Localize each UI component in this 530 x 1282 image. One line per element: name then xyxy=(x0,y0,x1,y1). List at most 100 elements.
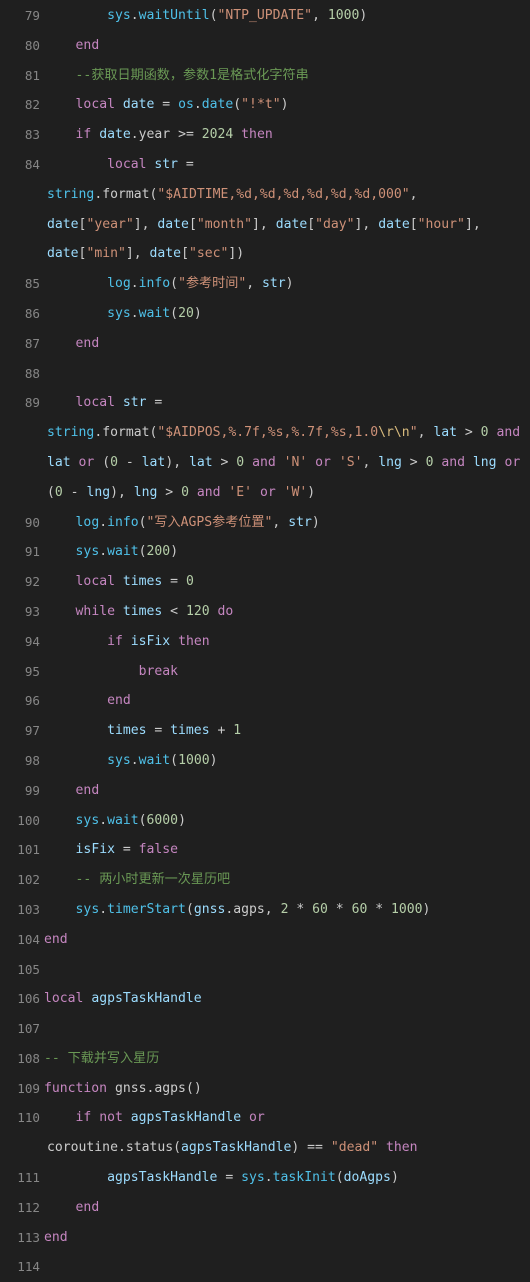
code-line[interactable]: 91 sys.wait(200) xyxy=(0,537,530,567)
code-text[interactable]: date["min"], date["sec"]) xyxy=(47,239,244,269)
code-line[interactable]: 87 end xyxy=(0,329,530,359)
code-text[interactable]: agpsTaskHandle = sys.taskInit(doAgps) xyxy=(44,1163,399,1193)
token-pn xyxy=(44,664,139,679)
code-line[interactable]: 107 xyxy=(0,1014,530,1044)
code-text[interactable]: local str = xyxy=(44,150,194,180)
token-pn: . xyxy=(99,514,108,530)
token-pn: ], xyxy=(125,246,150,262)
code-line[interactable]: 89 local str = xyxy=(0,388,530,418)
code-wrapped-line[interactable]: date["year"], date["month"], date["day"]… xyxy=(0,210,530,240)
code-text[interactable]: -- 下载并写入星历 xyxy=(44,1044,159,1074)
token-pn: . xyxy=(130,752,139,768)
code-line[interactable]: 113 end xyxy=(0,1223,530,1253)
code-text[interactable]: sys.wait(6000) xyxy=(44,806,186,836)
token-pn xyxy=(307,455,315,470)
token-pn: ), xyxy=(110,484,134,500)
code-text[interactable]: local date = os.date("!*t") xyxy=(44,90,289,120)
code-text[interactable]: break xyxy=(44,657,178,687)
code-wrapped-line[interactable]: string.format("$AIDPOS,%.7f,%s,%.7f,%s,1… xyxy=(0,418,530,448)
code-line[interactable]: 94 if isFix then xyxy=(0,627,530,657)
code-text[interactable]: end xyxy=(44,776,100,806)
code-text[interactable]: coroutine.status(agpsTaskHandle) == "dea… xyxy=(47,1133,418,1163)
code-line[interactable]: 86 sys.wait(20) xyxy=(0,299,530,329)
code-text[interactable]: end xyxy=(44,925,68,955)
code-text[interactable]: sys.waitUntil("NTP_UPDATE", 1000) xyxy=(44,1,367,31)
code-line[interactable]: 96 end xyxy=(0,686,530,716)
code-line[interactable]: 84 local str = xyxy=(0,150,530,180)
code-line[interactable]: 99 end xyxy=(0,776,530,806)
code-line[interactable]: 93 while times < 120 do xyxy=(0,597,530,627)
code-line[interactable]: 92 local times = 0 xyxy=(0,567,530,597)
token-pn xyxy=(107,1081,115,1096)
code-editor-viewport[interactable]: 79 sys.waitUntil("NTP_UPDATE", 1000) 80 e… xyxy=(0,0,530,1280)
code-line[interactable]: 110 if not agpsTaskHandle or xyxy=(0,1103,530,1133)
code-line[interactable]: 85 log.info("参考时间", str) xyxy=(0,269,530,299)
token-pn: , xyxy=(409,186,418,202)
code-line[interactable]: 100 sys.wait(6000) xyxy=(0,806,530,836)
code-text[interactable]: lat or (0 - lat), lat > 0 and 'N' or 'S'… xyxy=(47,448,520,478)
code-text[interactable]: end xyxy=(44,31,100,61)
code-text[interactable]: (0 - lng), lng > 0 and 'E' or 'W') xyxy=(47,478,315,508)
code-line[interactable]: 101 isFix = false xyxy=(0,835,530,865)
code-line[interactable]: 109 function gnss.agps() xyxy=(0,1074,530,1104)
code-wrapped-line[interactable]: (0 - lng), lng > 0 and 'E' or 'W') xyxy=(0,478,530,508)
code-text[interactable]: log.info("参考时间", str) xyxy=(44,269,293,299)
code-text[interactable]: end xyxy=(44,686,131,716)
code-line[interactable]: 105 xyxy=(0,955,530,985)
code-text[interactable]: if isFix then xyxy=(44,627,210,657)
code-line[interactable]: 90 log.info("写入AGPS参考位置", str) xyxy=(0,508,530,538)
code-text[interactable]: local str = xyxy=(44,388,163,418)
token-str: 'S' xyxy=(338,454,363,470)
code-text[interactable]: sys.wait(200) xyxy=(44,537,179,567)
code-text[interactable]: while times < 120 do xyxy=(44,597,234,627)
code-line[interactable]: 80 end xyxy=(0,31,530,61)
code-text[interactable]: if date.year >= 2024 then xyxy=(44,120,273,150)
code-line[interactable]: 88 xyxy=(0,359,530,389)
code-line[interactable]: 83 if date.year >= 2024 then xyxy=(0,120,530,150)
code-text[interactable]: log.info("写入AGPS参考位置", str) xyxy=(44,508,320,538)
code-wrapped-line[interactable]: date["min"], date["sec"]) xyxy=(0,239,530,269)
token-pn: ], xyxy=(464,216,481,232)
code-line[interactable]: 108 -- 下载并写入星历 xyxy=(0,1044,530,1074)
code-line[interactable]: 102 -- 两小时更新一次星历吧 xyxy=(0,865,530,895)
code-text[interactable]: end xyxy=(44,1193,100,1223)
token-pn xyxy=(115,97,123,112)
code-line[interactable]: 98 sys.wait(1000) xyxy=(0,746,530,776)
code-text[interactable]: --获取日期函数，参数1是格式化字符串 xyxy=(44,61,309,91)
code-text[interactable]: date["year"], date["month"], date["day"]… xyxy=(47,210,481,240)
code-wrapped-line[interactable]: coroutine.status(agpsTaskHandle) == "dea… xyxy=(0,1133,530,1163)
token-mod: waitUntil xyxy=(138,8,210,23)
code-text[interactable]: end xyxy=(44,1223,68,1253)
code-wrapped-line[interactable]: string.format("$AIDTIME,%d,%d,%d,%d,%d,%… xyxy=(0,180,530,210)
code-line[interactable]: 79 sys.waitUntil("NTP_UPDATE", 1000) xyxy=(0,1,530,31)
token-mod: info xyxy=(107,514,139,530)
token-var: str xyxy=(154,156,179,172)
code-line[interactable]: 95 break xyxy=(0,657,530,687)
code-line[interactable]: 104 end xyxy=(0,925,530,955)
code-text[interactable]: isFix = false xyxy=(44,835,179,865)
code-line[interactable]: 106 local agpsTaskHandle xyxy=(0,984,530,1014)
code-line[interactable]: 112 end xyxy=(0,1193,530,1223)
code-wrapped-line[interactable]: lat or (0 - lat), lat > 0 and 'N' or 'S'… xyxy=(0,448,530,478)
code-text[interactable]: local times = 0 xyxy=(44,567,194,597)
code-text[interactable]: sys.wait(1000) xyxy=(44,746,217,776)
code-text[interactable]: sys.wait(20) xyxy=(44,299,202,329)
code-line[interactable]: 103 sys.timerStart(gnss.agps, 2 * 60 * 6… xyxy=(0,895,530,925)
code-text[interactable]: -- 两小时更新一次星历吧 xyxy=(44,865,231,895)
token-pn xyxy=(115,574,123,589)
code-text[interactable]: function gnss.agps() xyxy=(44,1074,202,1104)
token-mod: timerStart xyxy=(107,901,186,917)
code-text[interactable]: if not agpsTaskHandle or xyxy=(44,1103,265,1133)
code-line[interactable]: 111 agpsTaskHandle = sys.taskInit(doAgps… xyxy=(0,1163,530,1193)
code-text[interactable]: end xyxy=(44,329,100,359)
code-text[interactable]: sys.timerStart(gnss.agps, 2 * 60 * 60 * … xyxy=(44,895,431,925)
code-text[interactable]: string.format("$AIDTIME,%d,%d,%d,%d,%d,%… xyxy=(47,180,418,210)
code-text[interactable]: string.format("$AIDPOS,%.7f,%s,%.7f,%s,1… xyxy=(47,418,520,448)
code-text[interactable]: times = times + 1 xyxy=(44,716,241,746)
code-line[interactable]: 81 --获取日期函数，参数1是格式化字符串 xyxy=(0,61,530,91)
code-line[interactable]: 97 times = times + 1 xyxy=(0,716,530,746)
code-line[interactable]: 82 local date = os.date("!*t") xyxy=(0,90,530,120)
code-line[interactable]: 114 xyxy=(0,1252,530,1282)
token-kw: end xyxy=(75,782,100,798)
code-text[interactable]: local agpsTaskHandle xyxy=(44,984,202,1014)
